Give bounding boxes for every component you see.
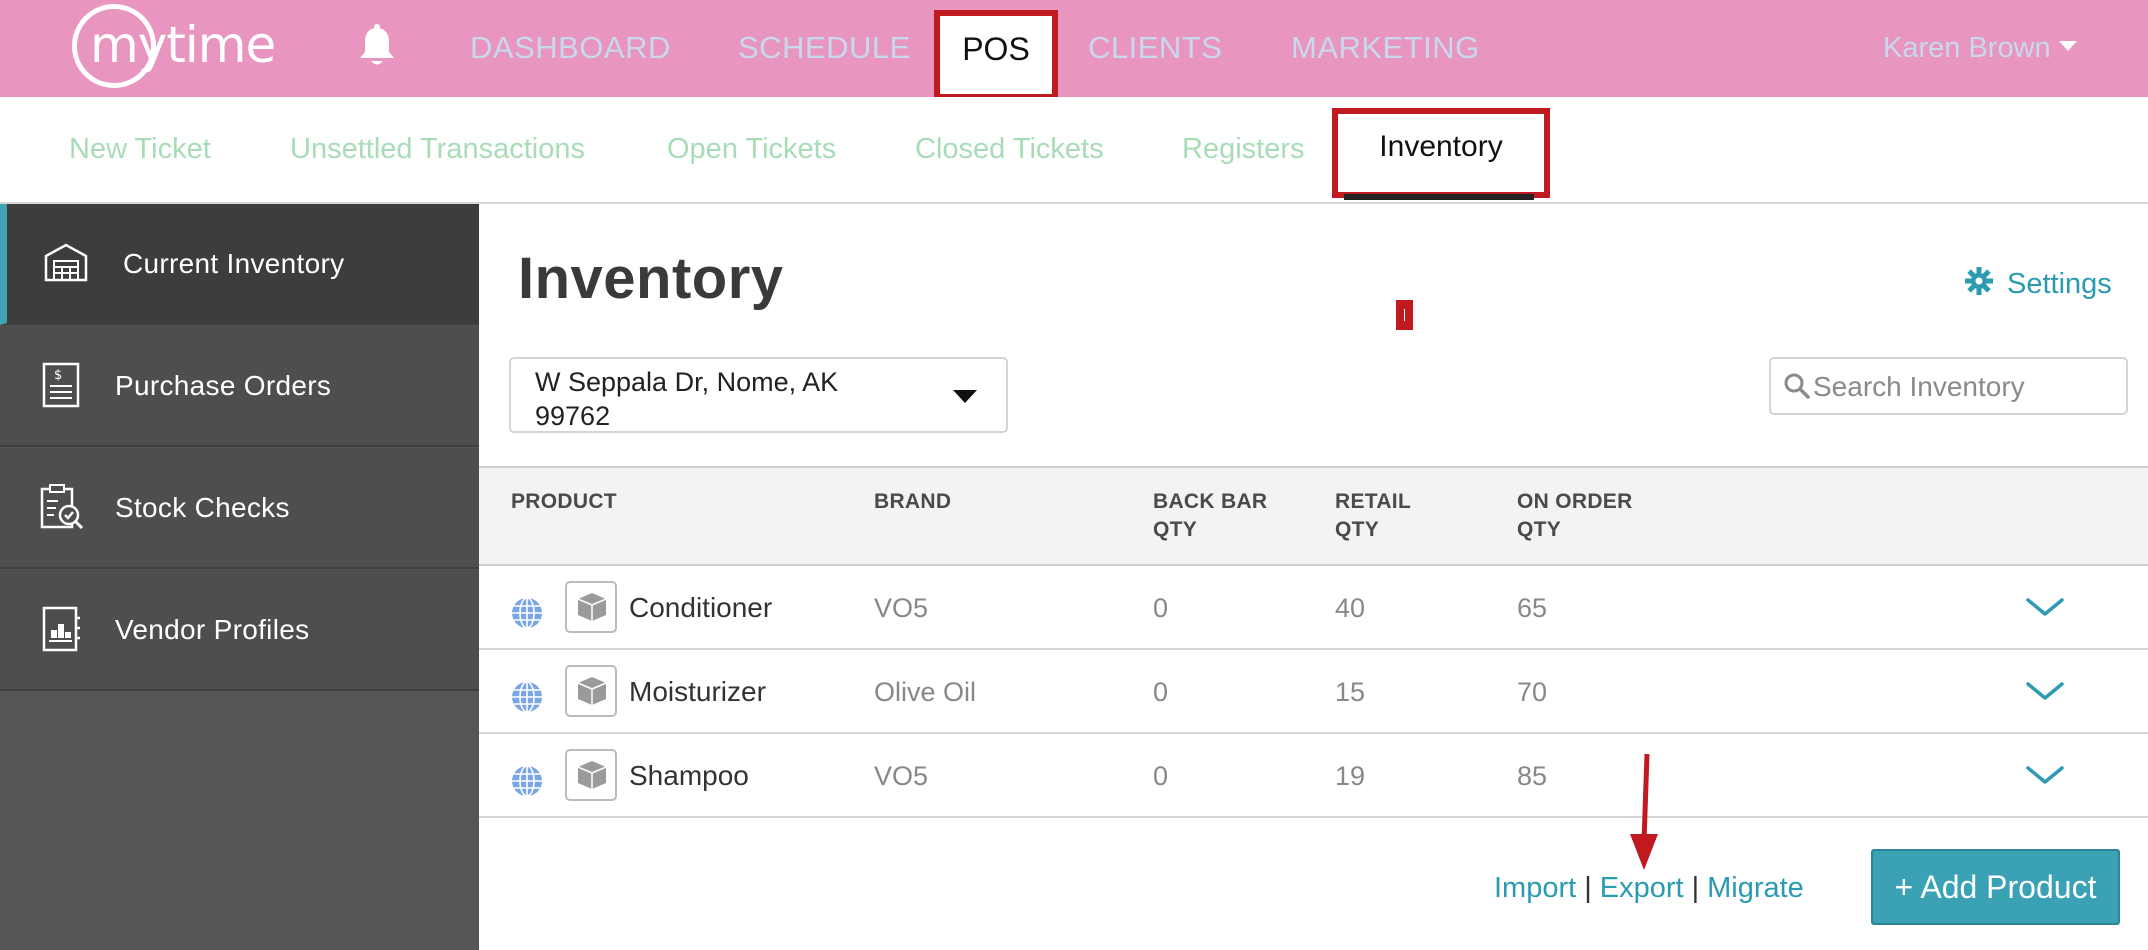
product-image-placeholder[interactable] — [565, 749, 617, 801]
product-brand: VO5 — [874, 593, 929, 623]
expand-chevron-icon[interactable] — [2024, 676, 2066, 706]
nav-schedule[interactable]: SCHEDULE — [738, 28, 911, 68]
inventory-table: PRODUCT BRAND BACK BAR QTY RETAIL QTY ON… — [479, 466, 2148, 818]
globe-icon — [512, 765, 542, 797]
subtab-open-tickets[interactable]: Open Tickets — [667, 129, 836, 169]
sidebar: Current Inventory $ Purchase Orders Stoc… — [0, 204, 479, 950]
sidebar-item-label: Stock Checks — [115, 492, 290, 523]
mytime-logo[interactable]: mytime — [70, 2, 276, 90]
column-header-retail-qty[interactable]: RETAIL QTY — [1335, 488, 1435, 544]
back-bar-qty: 0 — [1153, 593, 1169, 623]
back-bar-qty: 0 — [1153, 677, 1169, 707]
clipboard-check-icon — [40, 484, 84, 530]
product-brand: Olive Oil — [874, 677, 977, 707]
page-title: Inventory — [518, 246, 784, 311]
column-header-back-bar-qty[interactable]: BACK BAR QTY — [1153, 488, 1293, 544]
gear-icon — [1965, 267, 1993, 296]
vendor-book-icon — [42, 606, 80, 652]
product-name[interactable]: Moisturizer — [629, 674, 766, 710]
user-name: Karen Brown — [1883, 32, 2051, 64]
caret-down-icon — [2058, 41, 2077, 52]
box-icon — [577, 677, 607, 705]
nav-dashboard[interactable]: DASHBOARD — [470, 28, 671, 68]
subtab-new-ticket[interactable]: New Ticket — [69, 129, 211, 169]
nav-pos[interactable]: POS — [934, 10, 1058, 100]
product-brand: VO5 — [874, 761, 929, 791]
top-nav-bar: mytime DASHBOARD SCHEDULE POS CLIENTS MA… — [0, 0, 2148, 100]
subtab-registers[interactable]: Registers — [1182, 129, 1305, 169]
sidebar-item-purchase-orders[interactable]: $ Purchase Orders — [0, 326, 479, 447]
expand-chevron-icon[interactable] — [2024, 760, 2066, 790]
table-row[interactable]: Shampoo VO5 0 19 85 — [479, 734, 2148, 818]
sidebar-item-label: Current Inventory — [123, 248, 345, 279]
bell-icon[interactable] — [356, 24, 398, 68]
globe-icon — [512, 597, 542, 629]
subtab-closed-tickets[interactable]: Closed Tickets — [915, 129, 1104, 169]
annotation-arrow-icon — [1630, 753, 1658, 870]
back-bar-qty: 0 — [1153, 761, 1169, 791]
sidebar-item-vendor-profiles[interactable]: Vendor Profiles — [0, 570, 479, 691]
column-header-product[interactable]: PRODUCT — [511, 488, 617, 516]
nav-marketing[interactable]: MARKETING — [1291, 28, 1480, 68]
product-name[interactable]: Shampoo — [629, 758, 749, 794]
footer-links: Import | Export | Migrate — [1494, 868, 1804, 908]
retail-qty: 19 — [1335, 761, 1366, 791]
settings-label: Settings — [2007, 268, 2112, 300]
product-name[interactable]: Conditioner — [629, 590, 772, 626]
product-image-placeholder[interactable] — [565, 665, 617, 717]
table-header: PRODUCT BRAND BACK BAR QTY RETAIL QTY ON… — [479, 466, 2148, 566]
search-icon — [1784, 373, 1810, 399]
sub-nav-bar: New Ticket Unsettled Transactions Open T… — [0, 97, 2148, 204]
subtab-inventory[interactable]: Inventory — [1332, 108, 1550, 198]
location-select[interactable]: W Seppala Dr, Nome, AK 99762 — [509, 357, 1008, 433]
nav-clients[interactable]: CLIENTS — [1088, 28, 1222, 68]
sidebar-item-label: Purchase Orders — [115, 370, 332, 401]
link-separator: | — [1584, 872, 1592, 904]
table-row[interactable]: Conditioner VO5 0 40 65 — [479, 566, 2148, 650]
settings-link[interactable]: Settings — [1965, 264, 2112, 304]
import-link[interactable]: Import — [1494, 872, 1576, 904]
on-order-qty: 85 — [1517, 761, 1548, 791]
invoice-icon: $ — [42, 362, 80, 408]
location-value: W Seppala Dr, Nome, AK 99762 — [535, 367, 839, 431]
cursor-marker — [1396, 300, 1413, 330]
column-header-brand[interactable]: BRAND — [874, 488, 951, 516]
warehouse-icon — [44, 243, 88, 282]
box-icon — [577, 761, 607, 789]
sidebar-item-stock-checks[interactable]: Stock Checks — [0, 448, 479, 569]
on-order-qty: 65 — [1517, 593, 1548, 623]
globe-icon — [512, 681, 542, 713]
product-image-placeholder[interactable] — [565, 581, 617, 633]
link-separator: | — [1691, 872, 1700, 904]
active-tab-underline — [1344, 194, 1534, 200]
subtab-unsettled-transactions[interactable]: Unsettled Transactions — [290, 129, 585, 169]
retail-qty: 15 — [1335, 677, 1366, 707]
sidebar-item-current-inventory[interactable]: Current Inventory — [0, 204, 479, 325]
column-header-on-order-qty[interactable]: ON ORDER QTY — [1517, 488, 1657, 544]
retail-qty: 40 — [1335, 593, 1366, 623]
add-product-button[interactable]: + Add Product — [1871, 849, 2120, 925]
export-link[interactable]: Export — [1600, 872, 1684, 904]
svg-text:$: $ — [54, 368, 62, 383]
table-row[interactable]: Moisturizer Olive Oil 0 15 70 — [479, 650, 2148, 734]
sidebar-item-label: Vendor Profiles — [115, 614, 310, 645]
box-icon — [577, 593, 607, 621]
logo-text: mytime — [90, 16, 276, 74]
search-box[interactable] — [1769, 357, 2128, 415]
expand-chevron-icon[interactable] — [2024, 592, 2066, 622]
chevron-down-icon — [953, 390, 977, 403]
user-menu[interactable]: Karen Brown — [1883, 28, 2077, 68]
on-order-qty: 70 — [1517, 677, 1548, 707]
migrate-link[interactable]: Migrate — [1707, 872, 1804, 904]
search-input[interactable] — [1813, 367, 2113, 407]
